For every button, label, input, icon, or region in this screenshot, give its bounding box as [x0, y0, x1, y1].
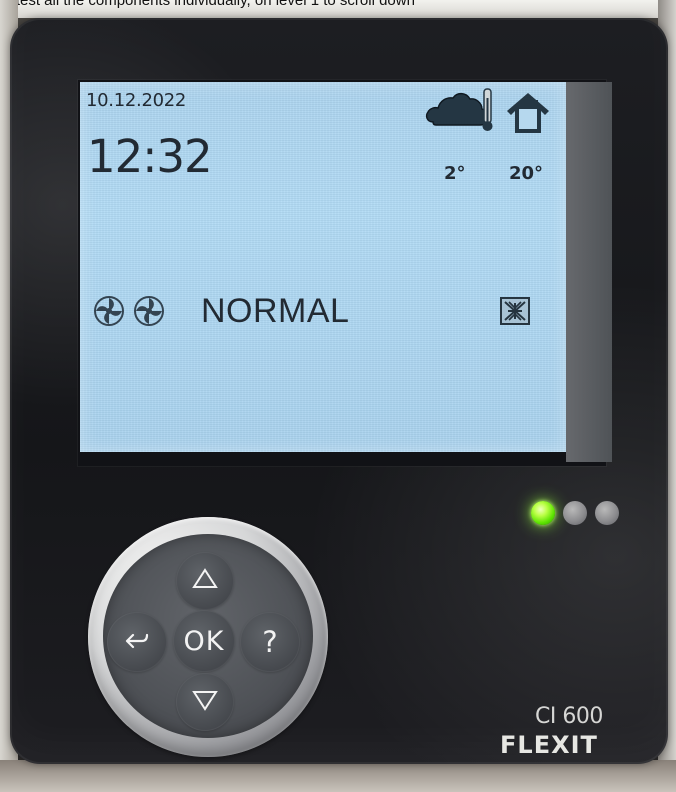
down-arrow-icon — [191, 686, 219, 718]
status-indicator-leds — [530, 500, 622, 528]
gray-led — [595, 501, 619, 525]
gray-led — [563, 501, 587, 525]
flexit-control-panel-scene: in test all the components individually,… — [0, 0, 676, 792]
brand-logo-text: FLEXIT — [500, 731, 598, 759]
clipped-caption-text: in test all the components individually,… — [0, 0, 415, 9]
back-arrow-icon — [123, 626, 151, 658]
outside-temperature: 2° — [444, 163, 466, 184]
filter-icon — [499, 296, 531, 326]
cloud-thermometer-icon — [424, 88, 496, 132]
time-display: 12:32 — [87, 130, 213, 183]
inside-temperature: 20° — [509, 163, 544, 184]
date-display: 10.12.2022 — [86, 90, 187, 111]
house-icon — [503, 88, 553, 138]
bottom-wall — [0, 760, 676, 792]
fan-icon — [91, 293, 167, 329]
help-button[interactable]: ? — [240, 612, 300, 672]
back-button[interactable] — [107, 612, 167, 672]
ok-button[interactable]: OK — [173, 610, 235, 672]
green-led — [531, 501, 555, 525]
top-wall: in test all the components individually,… — [0, 0, 676, 18]
up-arrow-icon — [191, 565, 219, 597]
up-button[interactable] — [176, 552, 234, 610]
down-button[interactable] — [176, 673, 234, 731]
ventilation-mode-label: NORMAL — [201, 292, 350, 330]
model-label: CI 600 — [535, 704, 603, 729]
screen-side-shadow — [566, 82, 612, 462]
